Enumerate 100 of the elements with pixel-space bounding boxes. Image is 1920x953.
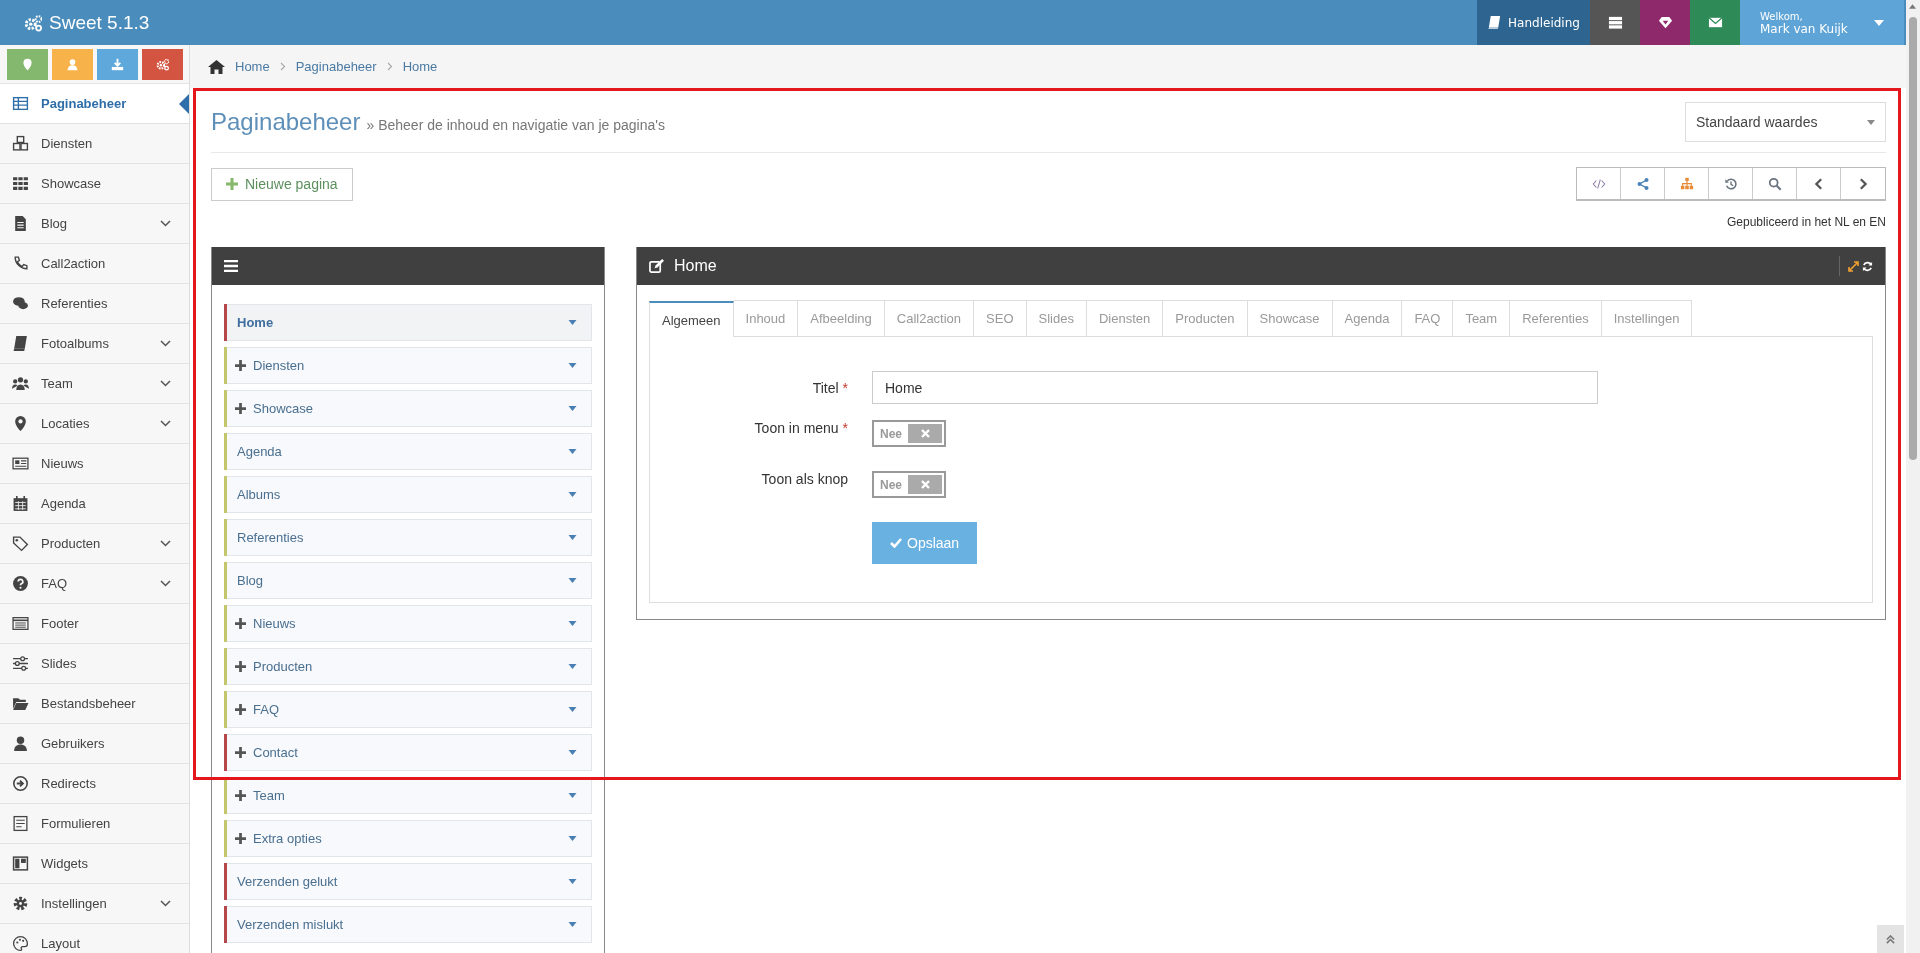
tab[interactable]: Referenties bbox=[1510, 300, 1602, 336]
toggle-switch[interactable]: Nee bbox=[872, 420, 946, 447]
tab[interactable]: FAQ bbox=[1402, 300, 1454, 336]
sidebar-item[interactable]: Team bbox=[0, 364, 189, 404]
tab[interactable]: Producten bbox=[1163, 300, 1248, 336]
sidebar-item[interactable]: Locaties bbox=[0, 404, 189, 444]
page-tree-item[interactable]: Home bbox=[224, 304, 592, 341]
plus-icon bbox=[235, 833, 246, 844]
tab[interactable]: SEO bbox=[974, 300, 1027, 336]
close-icon bbox=[920, 480, 930, 489]
quick-button[interactable] bbox=[52, 49, 93, 80]
user-menu[interactable]: Welkom, Mark van Kuijk bbox=[1740, 0, 1904, 45]
quick-button[interactable] bbox=[7, 49, 48, 80]
manual-button[interactable]: Handleiding bbox=[1477, 0, 1590, 45]
caret-down-icon bbox=[1874, 19, 1884, 26]
sidebar-item[interactable]: Producten bbox=[0, 524, 189, 564]
page-tree-item[interactable]: Producten bbox=[224, 648, 592, 685]
tab[interactable]: Instellingen bbox=[1601, 300, 1693, 336]
breadcrumb-link[interactable]: Home bbox=[235, 59, 270, 74]
sidebar-item[interactable]: Call2action bbox=[0, 244, 189, 284]
tab[interactable]: Algemeen bbox=[649, 301, 734, 337]
tab[interactable]: Inhoud bbox=[733, 300, 799, 336]
tab[interactable]: Slides bbox=[1026, 300, 1087, 336]
new-page-button[interactable]: Nieuwe pagina bbox=[211, 167, 353, 201]
tab[interactable]: Team bbox=[1453, 300, 1511, 336]
scrollbar-thumb[interactable] bbox=[1909, 17, 1917, 460]
tab[interactable]: Call2action bbox=[884, 300, 975, 336]
tab[interactable]: Diensten bbox=[1087, 300, 1164, 336]
page-tree-item[interactable]: Referenties bbox=[224, 519, 592, 556]
caret-down-icon bbox=[568, 320, 577, 325]
expand-icon bbox=[1848, 260, 1859, 272]
plus-icon bbox=[226, 178, 238, 190]
quick-button[interactable] bbox=[97, 49, 138, 80]
page-tree-item[interactable]: Diensten bbox=[224, 347, 592, 384]
page-tree-item[interactable]: FAQ bbox=[224, 691, 592, 728]
topbar-button[interactable] bbox=[1690, 0, 1740, 45]
sidebar-item[interactable]: Diensten bbox=[0, 124, 189, 164]
caret-down-icon bbox=[568, 750, 577, 755]
chevron-down-icon bbox=[160, 900, 171, 907]
page-tree-item[interactable]: Showcase bbox=[224, 390, 592, 427]
panel-title: Home bbox=[674, 257, 717, 275]
topbar-button[interactable] bbox=[1590, 0, 1640, 45]
topbar-button[interactable] bbox=[1640, 0, 1690, 45]
quick-button[interactable] bbox=[142, 49, 183, 80]
sidebar-item[interactable]: Redirects bbox=[0, 764, 189, 804]
plus-icon bbox=[235, 403, 246, 414]
page-tree-item[interactable]: Blog bbox=[224, 562, 592, 599]
sidebar-item[interactable]: Blog bbox=[0, 204, 189, 244]
page-tree-item[interactable]: Extra opties bbox=[224, 820, 592, 857]
sidebar-item[interactable]: Gebruikers bbox=[0, 724, 189, 764]
cubes-icon bbox=[12, 135, 29, 152]
page-tree-item[interactable]: Nieuws bbox=[224, 605, 592, 642]
field-label: Toon als knop bbox=[760, 471, 848, 487]
sidebar-item[interactable]: Showcase bbox=[0, 164, 189, 204]
sidebar-item[interactable]: Bestandsbeheer bbox=[0, 684, 189, 724]
sidebar-item[interactable]: Agenda bbox=[0, 484, 189, 524]
sidebar-item[interactable]: Formulieren bbox=[0, 804, 189, 844]
sidebar-item[interactable]: Layout bbox=[0, 924, 189, 953]
chevron-down-icon bbox=[160, 380, 171, 387]
caret-down-icon bbox=[568, 449, 577, 454]
breadcrumb-link[interactable]: Paginabeheer bbox=[295, 59, 377, 74]
toggle-switch[interactable]: Nee bbox=[872, 471, 946, 498]
sidebar-item[interactable]: Referenties bbox=[0, 284, 189, 324]
chevron-down-icon bbox=[160, 580, 171, 587]
sidebar-item[interactable]: Widgets bbox=[0, 844, 189, 884]
caret-down-icon bbox=[568, 836, 577, 841]
sidebar-item[interactable]: Footer bbox=[0, 604, 189, 644]
sidebar-item[interactable]: FAQ bbox=[0, 564, 189, 604]
tab[interactable]: Showcase bbox=[1247, 300, 1333, 336]
form-icon bbox=[12, 815, 29, 832]
chevron-down-icon bbox=[160, 540, 171, 547]
sidebar-item[interactable]: Paginabeheer bbox=[0, 84, 189, 124]
preset-select[interactable]: Standaard waardes bbox=[1685, 102, 1886, 142]
breadcrumb-link[interactable]: Home bbox=[402, 59, 438, 74]
page-tree-item[interactable]: Verzenden mislukt bbox=[224, 906, 592, 943]
home-icon bbox=[208, 59, 225, 74]
sidebar-item[interactable]: Nieuws bbox=[0, 444, 189, 484]
close-icon bbox=[920, 429, 930, 438]
caret-down-icon bbox=[568, 707, 577, 712]
tab[interactable]: Afbeelding bbox=[798, 300, 885, 336]
title-input[interactable]: Home bbox=[872, 371, 1598, 404]
user-icon bbox=[12, 735, 29, 752]
scrollbar[interactable] bbox=[1906, 0, 1920, 953]
back-to-top-button[interactable] bbox=[1877, 925, 1904, 953]
caret-down-icon bbox=[568, 363, 577, 368]
field-label: Toon in menu * bbox=[753, 420, 848, 436]
caret-down-icon bbox=[568, 535, 577, 540]
sidebar-item[interactable]: Slides bbox=[0, 644, 189, 684]
page-tree-item[interactable]: Albums bbox=[224, 476, 592, 513]
caret-down-icon bbox=[568, 664, 577, 669]
caret-down-icon bbox=[1867, 119, 1875, 125]
sliders-icon bbox=[12, 655, 29, 672]
tab[interactable]: Agenda bbox=[1332, 300, 1403, 336]
page-tree-item[interactable]: Agenda bbox=[224, 433, 592, 470]
page-tree-item[interactable]: Contact bbox=[224, 734, 592, 771]
gear-icon bbox=[12, 895, 29, 912]
plus-icon bbox=[235, 704, 246, 715]
sidebar-item[interactable]: Fotoalbums bbox=[0, 324, 189, 364]
sidebar-item[interactable]: Instellingen bbox=[0, 884, 189, 924]
page-tree-item[interactable]: Verzenden gelukt bbox=[224, 863, 592, 900]
